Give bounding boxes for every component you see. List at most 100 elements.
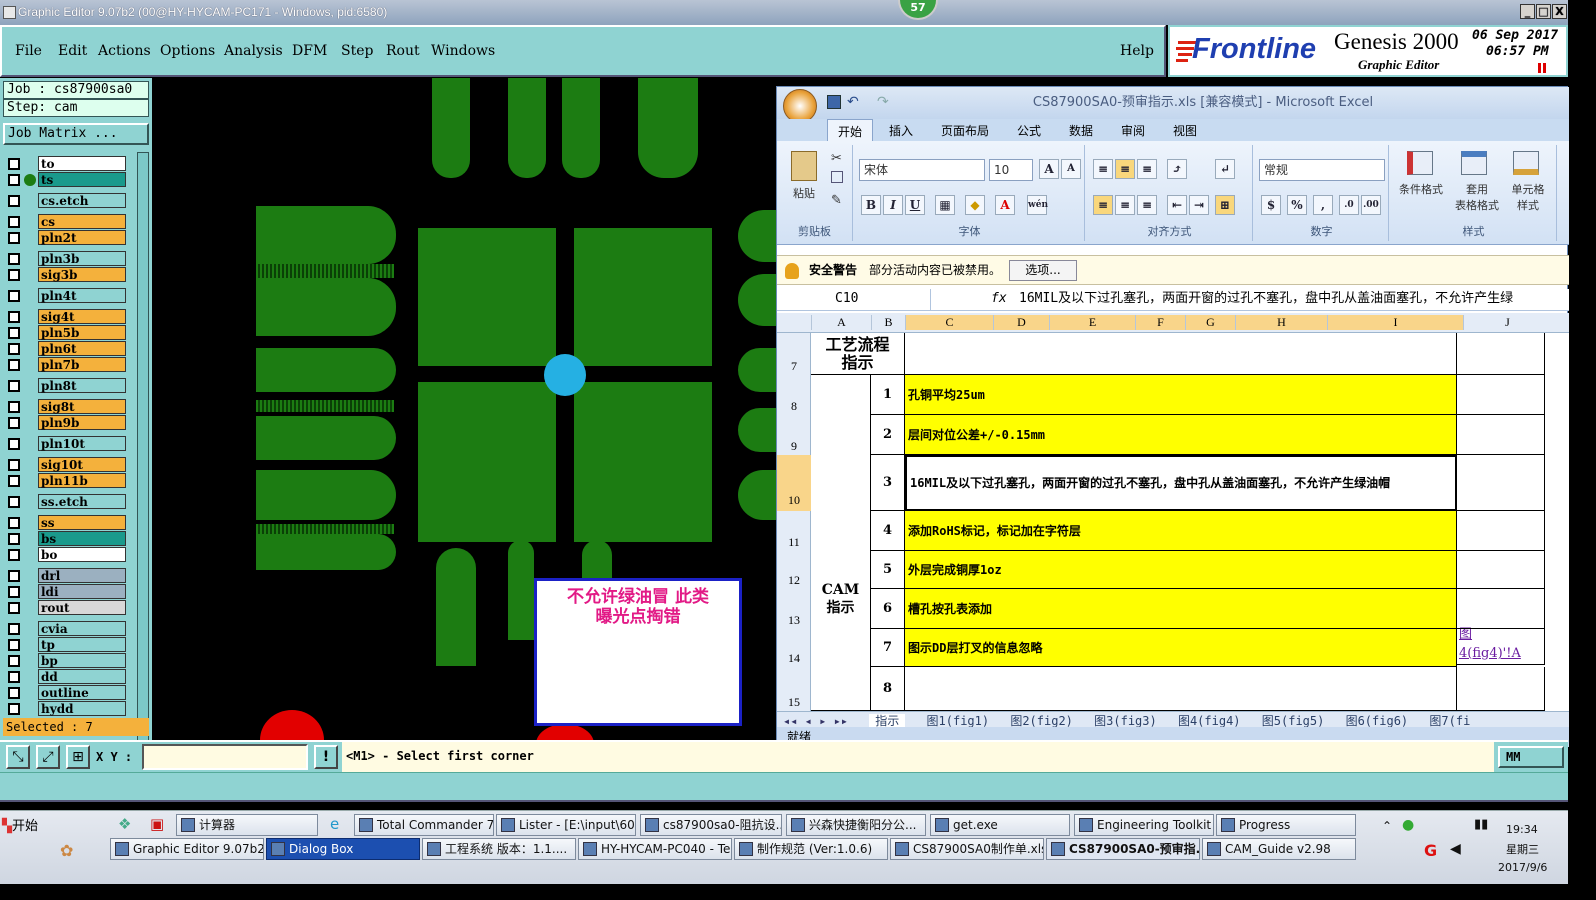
layer-name[interactable]: pln4t (38, 288, 126, 303)
align-left-icon[interactable]: ≡ (1093, 195, 1113, 215)
column-j-cell[interactable] (1457, 551, 1545, 589)
ie-icon[interactable]: e (330, 815, 339, 833)
border-icon[interactable]: ▦ (935, 195, 955, 215)
align-middle-icon[interactable]: ≡ (1115, 159, 1135, 179)
paste-label[interactable]: 粘贴 (793, 185, 815, 201)
layer-row[interactable]: pln6t (4, 341, 126, 357)
tray-app-icon[interactable]: ● (1402, 817, 1414, 833)
layer-checkbox[interactable] (8, 623, 20, 635)
sheet-tab[interactable]: 图7(fi (1429, 714, 1470, 727)
close-button[interactable]: X (1552, 4, 1567, 19)
layer-checkbox[interactable] (8, 290, 20, 302)
layer-name[interactable]: to (38, 156, 126, 171)
sheet-link-cell[interactable]: 图 4(fig4)'!A (1457, 625, 1545, 665)
conditional-format-label[interactable]: 条件格式 (1395, 181, 1447, 197)
tab-insert[interactable]: 插入 (889, 122, 913, 139)
formula-input[interactable]: 16MIL及以下过孔塞孔，两面开窗的过孔不塞孔，盘中孔从盖油面塞孔，不允许产生绿 (1019, 289, 1513, 309)
start-button[interactable]: ▚开始 (2, 815, 38, 834)
layer-name[interactable]: bs (38, 531, 126, 546)
layer-row[interactable]: bs (4, 531, 126, 547)
header-blank-cell[interactable] (905, 333, 1457, 375)
orientation-icon[interactable]: ⤴ (1167, 159, 1187, 179)
layer-name[interactable]: sig3b (38, 267, 126, 282)
layer-name[interactable]: sig10t (38, 457, 126, 472)
item-number-cell[interactable]: 2 (871, 415, 905, 455)
phonetic-icon[interactable]: wén (1027, 195, 1048, 215)
paste-icon[interactable] (791, 151, 817, 181)
sheet-tab[interactable]: 图5(fig5) (1262, 714, 1325, 727)
name-box[interactable]: C10 (781, 289, 931, 310)
layer-name[interactable]: pln6t (38, 341, 126, 356)
layer-checkbox[interactable] (8, 549, 20, 561)
shrink-font-icon[interactable]: A (1061, 159, 1081, 179)
layer-checkbox[interactable] (8, 570, 20, 582)
conditional-format-icon[interactable] (1407, 151, 1433, 175)
quicklaunch-icon[interactable]: ❖ (118, 815, 131, 833)
task-lister[interactable]: Lister - [E:\input\600... (496, 814, 636, 836)
layer-name[interactable]: pln5b (38, 325, 126, 340)
layer-row[interactable]: pln10t (4, 436, 126, 452)
sheet-grid[interactable]: 工艺流程 指示 CAM 指示 图 4(fig4)'!A 1 孔铜平均25um 2 层间… (811, 333, 1569, 711)
layer-checkbox[interactable] (8, 639, 20, 651)
tab-page-layout[interactable]: 页面布局 (941, 122, 989, 139)
layer-name[interactable]: ss (38, 515, 126, 530)
layer-row[interactable]: sig10t (4, 457, 126, 473)
layer-row[interactable]: outline (4, 685, 126, 701)
grow-font-icon[interactable]: A (1039, 159, 1059, 179)
font-size-select[interactable]: 10 (989, 159, 1033, 181)
volume-icon[interactable]: ◀ (1450, 841, 1461, 857)
layer-checkbox[interactable] (8, 232, 20, 244)
column-j-cell[interactable] (1457, 375, 1545, 415)
tray-app-icon[interactable]: G (1424, 841, 1437, 860)
layer-checkbox[interactable] (8, 269, 20, 281)
units-select[interactable]: MM (1498, 746, 1564, 768)
graphic-canvas[interactable]: 不允许绿油冒 此类 曝光点掏错 (152, 78, 778, 740)
currency-icon[interactable]: $ (1261, 195, 1281, 215)
percent-icon[interactable]: % (1287, 195, 1307, 215)
task-engineering-system[interactable]: 工程系统 版本：1.1.... (422, 838, 576, 860)
pdf-icon[interactable]: ▣ (150, 815, 164, 833)
column-header-a[interactable]: A (811, 315, 871, 330)
layer-row[interactable]: pln8t (4, 378, 126, 394)
item-number-cell[interactable]: 7 (871, 629, 905, 667)
quicklaunch-icon[interactable]: ✿ (60, 841, 73, 860)
decrease-decimal-icon[interactable]: .00 (1361, 195, 1381, 215)
tab-home[interactable]: 开始 (827, 119, 874, 141)
cam-group-cell[interactable]: CAM 指示 (811, 375, 871, 711)
align-top-icon[interactable]: ≡ (1093, 159, 1113, 179)
zoom-fit-icon[interactable]: ⤡ (6, 745, 30, 769)
layer-name[interactable]: drl (38, 568, 126, 583)
increase-indent-icon[interactable]: ⇥ (1189, 195, 1209, 215)
layer-row[interactable]: bo (4, 547, 126, 563)
sheet-tab[interactable]: 指示 (869, 714, 906, 727)
layer-row[interactable]: to (4, 156, 126, 172)
layer-checkbox[interactable] (8, 586, 20, 598)
instruction-cell[interactable] (905, 667, 1457, 711)
menu-edit[interactable]: Edit (58, 43, 87, 59)
layer-checkbox[interactable] (8, 174, 20, 186)
instruction-cell[interactable]: 层间对位公差+/-0.15mm (905, 415, 1457, 455)
row-header[interactable]: 7 (777, 359, 811, 374)
layer-name[interactable]: bp (38, 653, 126, 668)
layer-row[interactable]: ts (4, 172, 126, 188)
tab-view[interactable]: 视图 (1173, 122, 1197, 139)
menu-help[interactable]: Help (1120, 43, 1154, 59)
process-header-cell[interactable]: 工艺流程 指示 (811, 333, 905, 375)
menu-options[interactable]: Options (160, 43, 215, 59)
layer-row[interactable]: pln11b (4, 473, 126, 489)
format-table-icon[interactable] (1461, 151, 1487, 175)
layer-checkbox[interactable] (8, 475, 20, 487)
item-number-cell[interactable]: 4 (871, 511, 905, 551)
tab-review[interactable]: 审阅 (1121, 122, 1145, 139)
wrap-text-icon[interactable]: ↵ (1215, 159, 1235, 179)
underline-icon[interactable]: U (905, 195, 925, 215)
layer-name[interactable]: sig8t (38, 399, 126, 414)
fill-color-icon[interactable]: ◆ (965, 195, 985, 215)
column-header-h[interactable]: H (1235, 315, 1327, 330)
layer-name[interactable]: cvia (38, 621, 126, 636)
instruction-cell[interactable]: 槽孔按孔表添加 (905, 589, 1457, 629)
layer-name[interactable]: pln8t (38, 378, 126, 393)
row-header[interactable]: 11 (777, 535, 811, 550)
minimize-button[interactable]: _ (1520, 4, 1535, 19)
layer-name[interactable]: ts (38, 172, 126, 187)
